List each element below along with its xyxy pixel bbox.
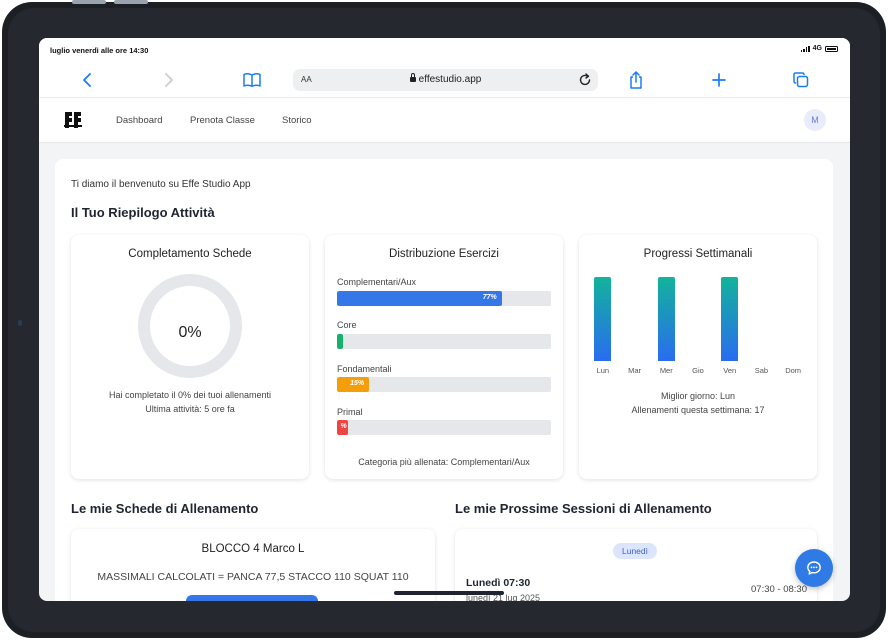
completion-card: Completamento Schede 0% Hai completato i… <box>71 235 309 479</box>
signal-icon <box>800 45 810 52</box>
progress-fill: 15% <box>337 377 370 392</box>
weekly-progress-card: Progressi Settimanali Lun Mar Mer Gio Ven Sab… <box>579 235 817 479</box>
day-label: Sab <box>754 366 769 375</box>
day-label: Mar <box>628 366 642 375</box>
training-plan-card[interactable]: BLOCCO 4 Marco L MASSIMALI CALCOLATI = P… <box>71 529 435 601</box>
progress-track: 15% <box>337 377 551 392</box>
lock-icon <box>409 73 416 82</box>
weekly-bar <box>657 277 675 361</box>
bookmarks-icon[interactable] <box>242 70 262 90</box>
day-label: Dom <box>785 366 802 375</box>
share-icon[interactable] <box>626 70 646 90</box>
day-label: Mer <box>659 366 673 375</box>
card-title: Completamento Schede <box>128 248 252 260</box>
completion-text: Hai completato il 0% dei tuoi allenament… <box>108 390 272 400</box>
home-indicator[interactable] <box>394 591 504 595</box>
progress-percent: 77% <box>482 294 497 301</box>
sessions-section-title: Le mie Prossime Sessioni di Allenamento <box>455 501 712 516</box>
url-field[interactable]: effestudio.app <box>293 73 598 85</box>
reload-icon[interactable] <box>578 73 592 87</box>
weekly-bar <box>594 277 612 361</box>
status-time: luglio venerdì alle ore 14:30 <box>50 46 149 55</box>
url-text: effestudio.app <box>418 74 482 85</box>
completion-value: 0% <box>178 324 202 341</box>
chat-icon <box>807 561 821 575</box>
summary-title: Il Tuo Riepilogo Attività <box>71 205 215 220</box>
nav-dashboard[interactable]: Dashboard <box>116 115 162 126</box>
app-navbar: Dashboard Prenota Classe Storico M <box>39 98 850 143</box>
plan-name: BLOCCO 4 Marco L <box>201 543 305 555</box>
forward-icon[interactable] <box>159 70 179 90</box>
new-tab-icon[interactable] <box>709 70 729 90</box>
category-label: Complementari/Aux <box>337 277 417 287</box>
open-plan-button[interactable] <box>186 595 318 601</box>
volume-button <box>72 0 106 4</box>
day-label: Ven <box>723 366 737 375</box>
camera-dot <box>18 320 22 326</box>
plans-section-title: Le mie Schede di Allenamento <box>71 501 259 516</box>
battery-icon <box>825 45 838 52</box>
dashboard-panel: Ti diamo il benvenuto su Effe Studio App… <box>55 159 833 601</box>
progress-track: 77% <box>337 291 551 306</box>
progress-percent: % <box>340 423 347 430</box>
last-activity-text: Ultima attività: 5 ore fa <box>145 404 235 414</box>
weekly-bar <box>721 277 739 361</box>
welcome-text: Ti diamo il benvenuto su Effe Studio App <box>71 179 251 190</box>
progress-fill: % <box>337 420 348 435</box>
volume-button <box>114 0 148 4</box>
plan-description: MASSIMALI CALCOLATI = PANCA 77,5 STACCO … <box>97 571 409 583</box>
progress-percent: 15% <box>350 380 365 387</box>
completion-donut: 0% <box>138 274 242 378</box>
category-label: Primal <box>337 407 363 417</box>
progress-track: % <box>337 420 551 435</box>
card-title: Distribuzione Esercizi <box>389 248 499 260</box>
chat-button[interactable] <box>795 549 833 587</box>
category-label: Fondamentali <box>337 364 392 374</box>
session-card[interactable]: Lunedì Lunedì 07:30 lunedì 21 lug 2025 0… <box>455 529 817 601</box>
status-bar: luglio venerdì alle ore 14:30 4G <box>39 38 850 62</box>
day-label: Lun <box>596 366 610 375</box>
category-label: Core <box>337 320 357 330</box>
nav-prenota-classe[interactable]: Prenota Classe <box>190 115 255 126</box>
avatar[interactable]: M <box>804 109 826 131</box>
status-indicators: 4G <box>800 45 838 52</box>
address-bar[interactable]: AA effestudio.app <box>293 69 598 91</box>
tabs-icon[interactable] <box>791 70 811 90</box>
session-time: 07:30 - 08:30 <box>751 584 807 595</box>
day-badge: Lunedì <box>613 543 657 559</box>
top-category-text: Categoria più allenata: Complementari/Au… <box>358 457 530 467</box>
network-label: 4G <box>812 45 822 52</box>
session-title: Lunedì 07:30 <box>466 577 531 589</box>
progress-fill <box>337 334 344 349</box>
day-label: Gio <box>692 366 704 375</box>
progress-track <box>337 334 551 349</box>
effe-studio-logo[interactable] <box>63 109 83 131</box>
screen: luglio venerdì alle ore 14:30 4G AA effe… <box>39 38 850 601</box>
best-day-text: Miglior giorno: Lun <box>660 391 736 401</box>
card-title: Progressi Settimanali <box>643 248 753 260</box>
back-icon[interactable] <box>77 70 97 90</box>
nav-storico[interactable]: Storico <box>282 115 312 126</box>
weekly-count-text: Allenamenti questa settimana: 17 <box>631 405 765 415</box>
browser-toolbar: AA effestudio.app <box>39 62 850 98</box>
weekly-bar-chart: Lun Mar Mer Gio Ven Sab Dom <box>587 275 809 375</box>
progress-fill: 77% <box>337 291 502 306</box>
distribution-card: Distribuzione Esercizi Complementari/Aux… <box>325 235 563 479</box>
